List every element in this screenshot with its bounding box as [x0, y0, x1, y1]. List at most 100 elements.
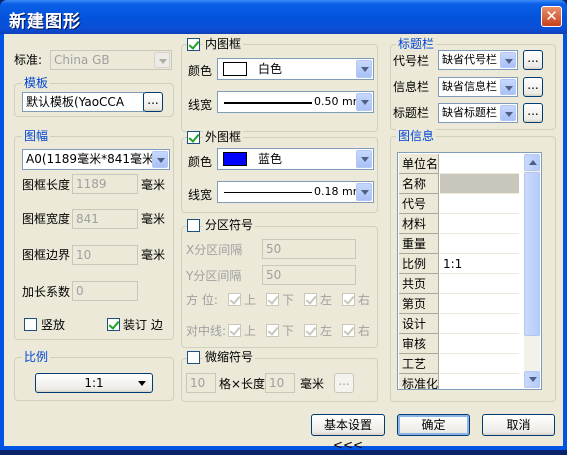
chevron-down-icon[interactable] — [356, 183, 372, 201]
info-row[interactable]: 材料 — [399, 214, 519, 234]
micro-browse-button[interactable]: ... — [334, 373, 354, 393]
title-bar[interactable]: 新建图形 ✕ — [0, 0, 567, 34]
frame-length-field[interactable]: 1189 — [72, 174, 138, 194]
line-sample — [224, 192, 312, 193]
dir-left-checkbox[interactable] — [304, 293, 317, 306]
paper-size-value: A0(1189毫米*841毫米) — [26, 152, 159, 166]
chevron-down-icon[interactable] — [500, 105, 516, 121]
cancel-button[interactable]: 取消 — [482, 414, 555, 436]
inner-color-value: 白色 — [258, 62, 283, 76]
info-row[interactable]: 比例 1:1 — [399, 254, 519, 274]
frame-border-label: 图框边界 — [22, 248, 71, 262]
frame-length-label: 图框长度 — [22, 178, 71, 192]
paper-group-label: 图幅 — [22, 129, 51, 143]
micro-unit: 毫米 — [300, 377, 325, 391]
info-row[interactable]: 标准化 — [399, 374, 519, 389]
frame-border-unit: 毫米 — [141, 248, 166, 262]
code-bar-value: 缺省代号栏 — [442, 53, 497, 66]
template-group-label: 模板 — [22, 76, 51, 90]
frame-border-field[interactable]: 10 — [72, 245, 138, 265]
title-bar-browse-button[interactable]: ... — [523, 103, 543, 123]
info-row[interactable]: 审核 — [399, 334, 519, 354]
outer-frame-label: 外图框 — [203, 130, 244, 144]
chevron-down-icon[interactable] — [356, 150, 372, 168]
vertical-scrollbar[interactable] — [524, 154, 540, 388]
drawing-info-grid[interactable]: 单位名 名称 代号 材料 重量 比例 1:1 共页 第页 设计 审核 工艺 标准化 — [397, 152, 542, 390]
inner-color-label: 颜色 — [188, 64, 213, 78]
frame-width-field[interactable]: 841 — [72, 209, 138, 229]
chevron-down-icon[interactable] — [356, 60, 372, 78]
scale-dropdown-button[interactable]: 1:1 — [35, 373, 153, 393]
chevron-down-icon[interactable] — [500, 52, 516, 68]
basic-settings-button[interactable]: 基本设置<<< — [311, 414, 385, 452]
info-bar-label: 信息栏 — [393, 80, 430, 94]
info-row[interactable]: 代号 — [399, 194, 519, 214]
dir-bottom-checkbox[interactable] — [266, 293, 279, 306]
close-button[interactable]: ✕ — [541, 6, 562, 27]
chevron-down-icon[interactable] — [152, 151, 168, 168]
center-right-checkbox[interactable] — [342, 324, 355, 337]
extend-factor-field[interactable]: 0 — [72, 281, 138, 301]
standard-value: China GB — [54, 53, 110, 67]
frame-width-label: 图框宽度 — [22, 212, 71, 226]
ok-button[interactable]: 确定 — [397, 414, 470, 436]
standard-label: 标准: — [14, 53, 43, 67]
info-bar-browse-button[interactable]: ... — [523, 77, 543, 97]
scroll-down-icon[interactable] — [524, 371, 540, 388]
portrait-checkbox[interactable] — [24, 318, 37, 331]
zone-x-label: X分区间隔 — [186, 243, 243, 257]
zone-x-field[interactable]: 50 — [262, 239, 356, 259]
title-bar-select[interactable]: 缺省标题栏 — [438, 103, 518, 123]
inner-width-label: 线宽 — [188, 98, 213, 112]
micro-length-field[interactable]: 10 — [265, 373, 295, 393]
micro-label: 微缩符号 — [203, 350, 256, 364]
info-row[interactable]: 共页 — [399, 274, 519, 294]
center-left-checkbox[interactable] — [304, 324, 317, 337]
info-row[interactable]: 重量 — [399, 234, 519, 254]
micro-checkbox[interactable] — [187, 351, 200, 364]
info-row[interactable]: 第页 — [399, 294, 519, 314]
inner-frame-checkbox[interactable] — [187, 38, 200, 51]
info-row[interactable]: 名称 — [399, 174, 519, 194]
scroll-up-icon[interactable] — [524, 154, 540, 171]
paper-size-select[interactable]: A0(1189毫米*841毫米) — [22, 149, 170, 170]
zone-y-label: Y分区间隔 — [186, 269, 242, 283]
triangle-down-icon — [138, 381, 146, 386]
outer-color-select[interactable]: 蓝色 — [217, 148, 374, 170]
portrait-label: 竖放 — [41, 318, 66, 332]
info-row[interactable]: 设计 — [399, 314, 519, 334]
center-bottom-label: 下 — [282, 324, 295, 338]
zone-y-field[interactable]: 50 — [262, 265, 356, 285]
micro-grid-field[interactable]: 10 — [186, 373, 216, 393]
outer-frame-checkbox[interactable] — [187, 131, 200, 144]
info-row[interactable]: 单位名 — [399, 154, 519, 174]
center-top-checkbox[interactable] — [228, 324, 241, 337]
code-bar-browse-button[interactable]: ... — [523, 50, 543, 70]
scroll-thumb[interactable] — [524, 172, 540, 336]
outer-width-select[interactable]: 0.18 mm — [217, 181, 374, 203]
info-bar-select[interactable]: 缺省信息栏 — [438, 77, 518, 97]
inner-frame-label: 内图框 — [203, 37, 244, 51]
zone-checkbox[interactable] — [187, 219, 200, 232]
title-bar-label: 标题栏 — [393, 106, 430, 120]
chevron-down-icon[interactable] — [356, 93, 372, 111]
info-row[interactable]: 工艺 — [399, 354, 519, 374]
template-browse-button[interactable]: ... — [143, 92, 163, 112]
line-sample — [224, 102, 312, 104]
binding-checkbox[interactable] — [107, 318, 120, 331]
code-bar-select[interactable]: 缺省代号栏 — [438, 50, 518, 70]
center-right-label: 右 — [358, 324, 371, 338]
dir-top-checkbox[interactable] — [228, 293, 241, 306]
template-select[interactable]: 默认模板(YaoCCA — [22, 92, 144, 112]
drawing-info-group-label: 图信息 — [396, 129, 437, 143]
dir-right-checkbox[interactable] — [342, 293, 355, 306]
inner-color-select[interactable]: 白色 — [217, 58, 374, 80]
chevron-down-icon[interactable] — [500, 79, 516, 95]
outer-color-value: 蓝色 — [258, 152, 283, 166]
extend-factor-label: 加长系数 — [22, 285, 71, 299]
center-bottom-checkbox[interactable] — [266, 324, 279, 337]
center-top-label: 上 — [244, 324, 257, 338]
standard-select: China GB — [50, 50, 172, 70]
scale-group-label: 比例 — [22, 350, 51, 364]
inner-width-select[interactable]: 0.50 mm — [217, 91, 374, 113]
